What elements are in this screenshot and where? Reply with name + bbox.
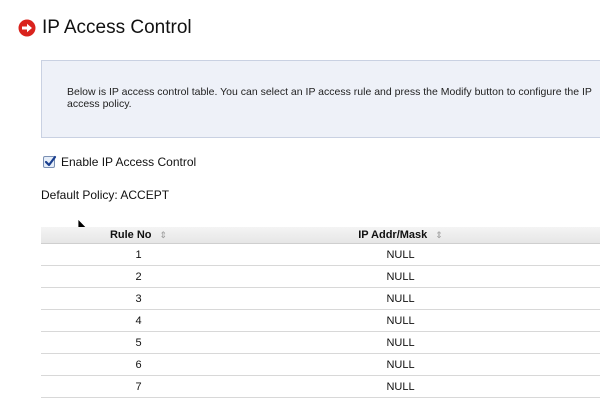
column-header-label: Rule No [109, 229, 152, 241]
table-row[interactable]: 1 NULL [41, 243, 600, 266]
rule-no-cell: 2 [41, 265, 236, 288]
table-row[interactable]: 7 NULL [41, 375, 600, 398]
extra-cell [565, 287, 600, 310]
ip-addr-cell: NULL [236, 287, 565, 310]
column-header-rule-no[interactable]: Rule No ⇕ [41, 227, 236, 244]
ip-access-table: Rule No ⇕ IP Addr/Mask ⇕ 1 NULL 2 NULL 3 N… [41, 227, 600, 398]
table-row[interactable]: 4 NULL [41, 309, 600, 332]
enable-ip-access-checkbox[interactable] [43, 155, 57, 168]
table-row[interactable]: 2 NULL [41, 265, 600, 288]
extra-cell [565, 265, 600, 288]
extra-cell [565, 243, 600, 266]
info-panel: Below is IP access control table. You ca… [41, 60, 600, 138]
column-header-extra [565, 227, 600, 244]
column-header-label: IP Addr/Mask [358, 229, 428, 241]
rule-no-cell: 7 [41, 375, 236, 398]
ip-addr-cell: NULL [236, 353, 565, 376]
rule-no-cell: 4 [41, 309, 236, 332]
table-header-row: Rule No ⇕ IP Addr/Mask ⇕ [41, 227, 600, 244]
extra-cell [565, 309, 600, 332]
ip-addr-cell: NULL [236, 265, 565, 288]
ip-addr-cell: NULL [236, 331, 565, 354]
red-circle-arrow-icon [18, 19, 36, 37]
table-row[interactable]: 3 NULL [41, 287, 600, 310]
column-header-ip-addr[interactable]: IP Addr/Mask ⇕ [236, 227, 565, 244]
extra-cell [565, 353, 600, 376]
rule-no-cell: 1 [41, 243, 236, 266]
enable-ip-access-row[interactable]: Enable IP Access Control [43, 155, 196, 169]
default-policy: Default Policy: ACCEPT [41, 188, 170, 202]
sort-icon[interactable]: ⇕ [160, 230, 168, 240]
sort-icon[interactable]: ⇕ [435, 230, 443, 240]
table-row[interactable]: 6 NULL [41, 353, 600, 376]
rule-no-cell: 6 [41, 353, 236, 376]
extra-cell [565, 331, 600, 354]
ip-addr-cell: NULL [236, 375, 565, 398]
checkmark-icon [44, 155, 57, 167]
rule-no-cell: 5 [41, 331, 236, 354]
table-row[interactable]: 5 NULL [41, 331, 600, 354]
rule-no-cell: 3 [41, 287, 236, 310]
page-header: IP Access Control [18, 17, 192, 39]
ip-addr-cell: NULL [236, 243, 565, 266]
info-text: Below is IP access control table. You ca… [67, 86, 592, 110]
enable-ip-access-label[interactable]: Enable IP Access Control [61, 155, 196, 169]
extra-cell [565, 375, 600, 398]
page-title: IP Access Control [42, 17, 192, 38]
ip-addr-cell: NULL [236, 309, 565, 332]
